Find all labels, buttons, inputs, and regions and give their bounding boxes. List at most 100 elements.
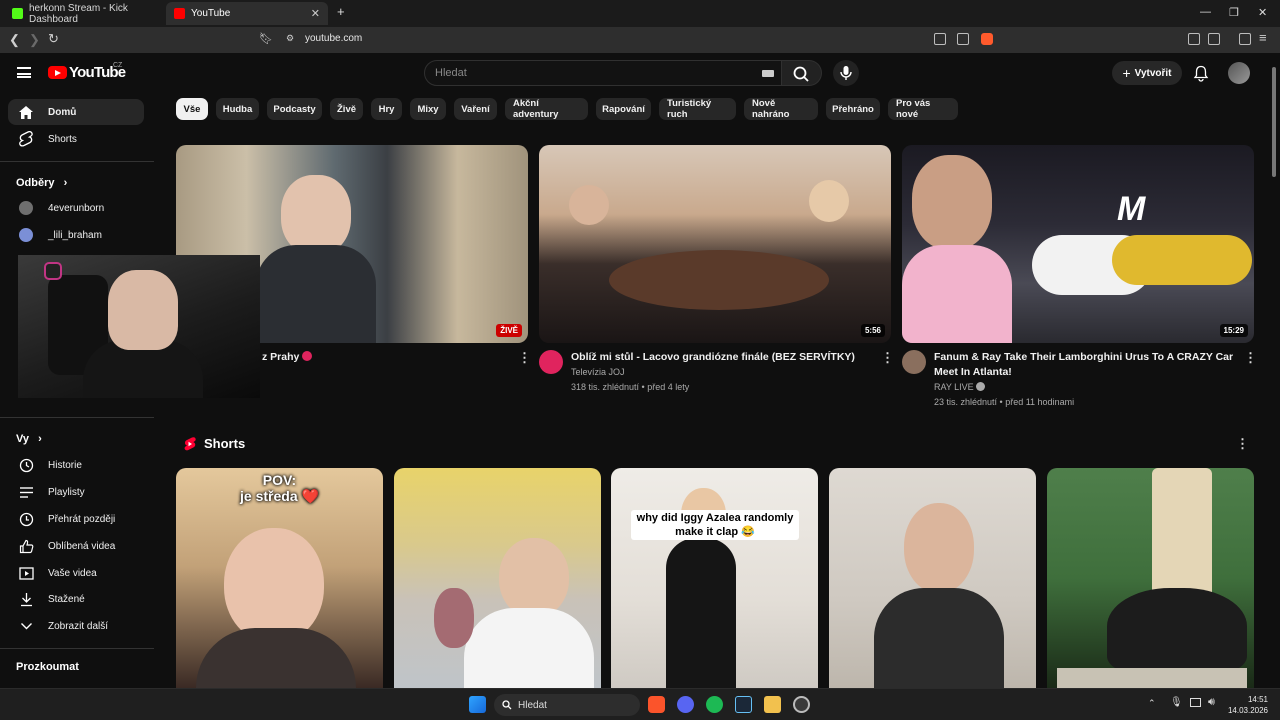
chip-turisticky-ruch[interactable]: Turistický ruch <box>659 98 736 120</box>
search-input[interactable] <box>435 67 735 79</box>
taskbar-search[interactable]: Hledat <box>494 694 640 716</box>
keyboard-icon[interactable] <box>762 70 774 77</box>
sidebar-item-subscription[interactable]: _lili_braham <box>8 222 144 248</box>
chip-mixy[interactable]: Mixy <box>410 98 446 120</box>
site-info-icon[interactable]: ⚙ <box>286 33 294 44</box>
short-thumbnail[interactable]: why did Iggy Azalea randomly make it cla… <box>611 468 818 688</box>
sidebar-toggle-icon[interactable] <box>1239 33 1251 45</box>
sidebar-item-liked-videos[interactable]: Oblíbená videa <box>8 533 144 559</box>
browser-toolbar: ❮ ❯ ↻ 🔖︎ ⚙ youtube.com ≡ <box>0 27 1280 53</box>
brave-browser-icon[interactable] <box>648 696 665 713</box>
account-avatar[interactable] <box>1228 62 1250 84</box>
sidebar-item-history[interactable]: Historie <box>8 452 144 478</box>
network-icon[interactable] <box>1190 698 1201 707</box>
steam-icon[interactable] <box>735 696 752 713</box>
video-more-icon[interactable]: ⋮ <box>518 350 531 366</box>
shorts-more-icon[interactable]: ⋮ <box>1236 436 1249 452</box>
youtube-favicon-icon <box>174 8 185 19</box>
short-thumbnail[interactable]: POV: je středa ❤️ <box>176 468 383 688</box>
chip-rapovani[interactable]: Rapování <box>596 98 651 120</box>
youtube-logo-icon[interactable] <box>48 66 67 79</box>
channel-avatar[interactable] <box>539 350 563 374</box>
chip-prehrano[interactable]: Přehráno <box>826 98 880 120</box>
file-explorer-icon[interactable] <box>764 696 781 713</box>
subscriptions-heading[interactable]: Odběry › <box>16 177 67 189</box>
channel-avatar[interactable] <box>902 350 926 374</box>
sidebar-item-shorts[interactable]: Shorts <box>8 126 144 152</box>
sidebar-item-playlists[interactable]: Playlisty <box>8 479 144 505</box>
sidebar-item-your-videos[interactable]: Vaše videa <box>8 560 144 586</box>
video-title[interactable]: Fanum & Ray Take Their Lamborghini Urus … <box>934 350 1239 380</box>
sidebar-item-show-more[interactable]: Zobrazit další <box>8 613 144 639</box>
reload-icon[interactable]: ↻ <box>48 31 59 47</box>
search-button[interactable] <box>782 60 822 86</box>
chip-vareni[interactable]: Vaření <box>454 98 497 120</box>
tab-youtube[interactable]: YouTube ✕ <box>166 2 328 25</box>
back-icon[interactable]: ❮ <box>9 32 20 48</box>
brave-shields-icon[interactable] <box>981 33 993 45</box>
video-thumbnail[interactable]: 5:56 <box>539 145 891 343</box>
restore-icon[interactable]: ❐ <box>1229 6 1239 19</box>
windows-start-icon[interactable] <box>469 696 486 713</box>
video-meta: 318 tis. zhlédnutí • před 4 lety <box>571 382 690 392</box>
short-thumbnail[interactable] <box>394 468 601 688</box>
channel-name[interactable]: Televízia JOJ <box>571 365 625 380</box>
thumbnail-person <box>281 175 351 255</box>
channel-avatar <box>10 228 42 242</box>
chip-vse[interactable]: Vše <box>176 98 208 120</box>
video-more-icon[interactable]: ⋮ <box>1244 350 1257 366</box>
cast-icon[interactable] <box>934 33 946 45</box>
create-button[interactable]: + Vytvořit <box>1112 61 1182 85</box>
volume-icon[interactable]: 🔊︎ <box>1208 696 1215 709</box>
menu-icon[interactable]: ≡ <box>1259 30 1267 45</box>
chip-pro-vas-nove[interactable]: Pro vás nové <box>888 98 958 120</box>
chip-podcasty[interactable]: Podcasty <box>267 98 322 120</box>
close-tab-icon[interactable]: ✕ <box>311 7 320 20</box>
address-bar[interactable]: youtube.com <box>305 33 362 44</box>
share-icon[interactable] <box>957 33 969 45</box>
you-heading[interactable]: Vy › <box>16 433 42 445</box>
country-code: CZ <box>113 62 123 69</box>
channel-name[interactable]: RAY LIVE <box>934 380 986 395</box>
clock-time: 14:51 <box>1247 695 1268 704</box>
chip-akcni-adventury[interactable]: Akční adventury <box>505 98 588 120</box>
spotify-icon[interactable] <box>706 696 723 713</box>
forward-icon[interactable]: ❯ <box>29 32 40 48</box>
thumbnail-person <box>569 185 609 225</box>
extensions-icon[interactable] <box>1188 33 1200 45</box>
microphone-tray-icon[interactable]: 🎙︎ <box>1170 697 1183 708</box>
webcam-overlay <box>18 255 260 398</box>
video-more-icon[interactable]: ⋮ <box>881 350 894 366</box>
minimize-icon[interactable]: — <box>1200 6 1211 18</box>
sidebar-item-subscription[interactable]: 4everunborn <box>8 195 144 221</box>
tray-chevron-up-icon[interactable]: ⌃ <box>1148 698 1156 709</box>
scrollbar-thumb[interactable] <box>1272 67 1276 177</box>
search-box[interactable] <box>424 60 782 86</box>
video-title[interactable]: z Prahy <box>262 350 313 365</box>
short-thumbnail[interactable] <box>1047 468 1254 688</box>
voice-search-button[interactable] <box>833 60 859 86</box>
chip-nove-nahrano[interactable]: Nově nahráno <box>744 98 818 120</box>
chip-hudba[interactable]: Hudba <box>216 98 259 120</box>
bookmark-icon[interactable]: 🔖︎ <box>259 32 273 45</box>
video-thumbnail[interactable]: M 15:29 <box>902 145 1254 343</box>
thumbnail-person <box>912 155 992 250</box>
sidebar-item-watch-later[interactable]: Přehrát později <box>8 506 144 532</box>
sidebar-item-downloads[interactable]: Stažené <box>8 586 144 612</box>
new-tab-button[interactable]: + <box>337 4 345 19</box>
page-scrollbar[interactable] <box>1270 55 1278 688</box>
sidebar-item-home[interactable]: Domů <box>8 99 144 125</box>
tab-kick-dashboard[interactable]: herkonn Stream - Kick Dashboard <box>4 2 164 25</box>
hamburger-menu-icon[interactable] <box>17 67 31 78</box>
thumbs-up-icon <box>10 539 42 554</box>
video-title[interactable]: Oblíž mi stůl - Lacovo grandiózne finále… <box>571 350 871 365</box>
taskbar-clock[interactable]: 14:51 14.03.2026 <box>1226 694 1268 716</box>
wallet-icon[interactable] <box>1208 33 1220 45</box>
notifications-bell-icon[interactable] <box>1193 65 1209 82</box>
short-thumbnail[interactable] <box>829 468 1036 688</box>
obs-icon[interactable] <box>793 696 810 713</box>
close-window-icon[interactable]: ✕ <box>1258 6 1267 19</box>
chip-hry[interactable]: Hry <box>371 98 402 120</box>
chip-zive[interactable]: Živě <box>330 98 363 120</box>
discord-icon[interactable] <box>677 696 694 713</box>
